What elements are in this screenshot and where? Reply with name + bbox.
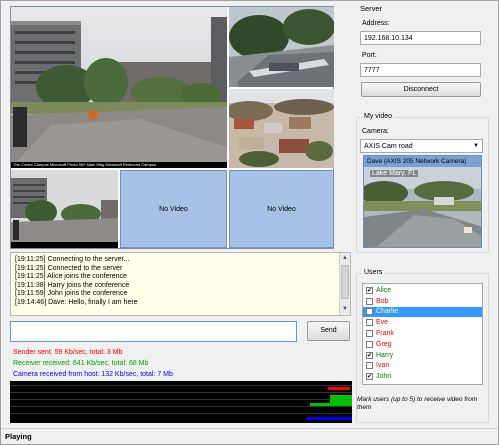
server-title: Server: [360, 4, 383, 13]
sender-stat: Sender sent: 59 Kb/sec, total: 3 Mb: [13, 349, 123, 356]
receiver-graph-line: [310, 403, 352, 406]
camera-select-value: AXIS Cam road: [364, 143, 413, 150]
port-field[interactable]: 7777: [360, 63, 481, 77]
preview-title: Dave (AXIS 205 Network Camera): [364, 156, 481, 167]
user-checkbox[interactable]: ✔: [366, 373, 373, 381]
scroll-down-icon[interactable]: ▼: [340, 304, 350, 315]
log-line: [19:11:25] Connecting to the server...: [15, 256, 130, 263]
video-cell-6[interactable]: No Video: [229, 170, 334, 248]
aerial-video-image: [229, 7, 334, 87]
user-item[interactable]: ✔ Harry: [363, 350, 482, 361]
user-checkbox[interactable]: [366, 340, 373, 348]
user-name: Charlie: [376, 308, 399, 316]
user-name: Ivan: [376, 362, 390, 370]
log-scrollbar[interactable]: ▲ ▼: [339, 253, 350, 315]
address-field[interactable]: 192.168.10.134: [360, 31, 481, 45]
disconnect-button[interactable]: Disconnect: [361, 82, 481, 97]
user-name: John: [376, 373, 392, 381]
user-checkbox[interactable]: [366, 319, 373, 327]
user-name: Alice: [376, 286, 392, 294]
user-item[interactable]: Frank: [363, 328, 482, 339]
camera-stat: Camera received from host: 132 Kb/sec, t…: [13, 371, 173, 378]
no-video-label: No Video: [267, 205, 296, 213]
user-item[interactable]: Bob: [363, 296, 482, 307]
user-checkbox[interactable]: ✔: [366, 351, 373, 359]
user-checkbox[interactable]: [366, 308, 373, 316]
no-video-label: No Video: [159, 205, 188, 213]
chat-log[interactable]: [19:11:25] Connecting to the server... [1…: [10, 252, 351, 316]
users-container: ✔ Alice Bob Charlie Eve Frank Greg ✔ Harry Ivan ✔ J…: [363, 284, 482, 382]
video-cell-4[interactable]: [11, 170, 118, 248]
user-item[interactable]: Greg: [363, 339, 482, 350]
user-name: Eve: [376, 319, 389, 327]
user-item[interactable]: Charlie: [363, 306, 482, 318]
video-cell-5[interactable]: No Video: [120, 170, 227, 248]
status-text: Playing: [5, 432, 32, 441]
scroll-thumb[interactable]: [341, 265, 349, 299]
video-caption: The Cortex Campus Microsoft Photo 500 Ma…: [11, 162, 227, 168]
user-item[interactable]: Ivan: [363, 361, 482, 372]
video-grid: The Cortex Campus Microsoft Photo 500 Ma…: [10, 6, 334, 249]
log-line: [19:11:25] Alice joins the conference: [15, 273, 127, 281]
log-line: [19:14:46] Dave: Hello, finally I am her…: [15, 298, 138, 306]
user-item[interactable]: Eve: [363, 317, 482, 328]
campus-small-video-image: [11, 170, 118, 248]
video-cell-2[interactable]: [229, 7, 334, 87]
campus-video-image: [11, 7, 227, 168]
status-bar: Playing: [1, 428, 498, 444]
user-item[interactable]: ✔ Alice: [363, 285, 482, 296]
chevron-down-icon[interactable]: ▼: [473, 142, 479, 151]
send-button[interactable]: Send: [307, 321, 350, 341]
log-line: [19:11:59] John joins the conference: [15, 290, 128, 298]
user-checkbox[interactable]: [366, 330, 373, 338]
user-item[interactable]: ✔ John: [363, 371, 482, 382]
user-name: Frank: [376, 330, 394, 338]
camera-graph-line: [306, 417, 352, 420]
scroll-up-icon[interactable]: ▲: [340, 253, 350, 264]
sender-graph-line: [328, 387, 350, 390]
log-lines: [19:11:25] Connecting to the server... [1…: [15, 256, 346, 308]
preview-overlay: Lake Mary, FL: [370, 170, 419, 177]
user-name: Bob: [376, 297, 389, 305]
video-cell-3[interactable]: [229, 89, 334, 168]
user-checkbox[interactable]: ✔: [366, 286, 373, 294]
receiver-stat: Receiver received: 641 Kb/sec, total: 68…: [13, 360, 149, 367]
app-window: The Cortex Campus Microsoft Photo 500 Ma…: [0, 0, 499, 445]
user-list[interactable]: ✔ Alice Bob Charlie Eve Frank Greg ✔ Harry Ivan ✔ J…: [362, 283, 483, 385]
video-cell-1[interactable]: The Cortex Campus Microsoft Photo 500 Ma…: [11, 7, 227, 168]
users-hint: Mark users (up to 5) to receive video fr…: [357, 396, 478, 411]
users-title: Users: [362, 269, 385, 276]
road-camera-image: [364, 167, 481, 247]
my-video-title: My video: [362, 113, 395, 120]
town-video-image: [229, 89, 334, 168]
log-line: [19:11:25] Connected to the server: [15, 264, 123, 272]
camera-select[interactable]: AXIS Cam road ▼: [360, 139, 483, 153]
user-name: Greg: [376, 340, 392, 348]
receiver-graph-spike: [330, 395, 352, 403]
log-line: [19:11:38] Harry joins the conference: [15, 281, 130, 289]
user-checkbox[interactable]: [366, 362, 373, 370]
camera-label: Camera:: [362, 128, 389, 135]
user-checkbox[interactable]: [366, 297, 373, 305]
traffic-graph: [10, 381, 352, 423]
my-video-preview: Dave (AXIS 205 Network Camera) Lake Mary…: [363, 155, 482, 248]
message-input[interactable]: [10, 321, 297, 342]
address-label: Address:: [362, 20, 390, 27]
video-caption-small: [11, 242, 118, 248]
port-label: Port:: [362, 52, 377, 59]
user-name: Harry: [376, 351, 394, 359]
